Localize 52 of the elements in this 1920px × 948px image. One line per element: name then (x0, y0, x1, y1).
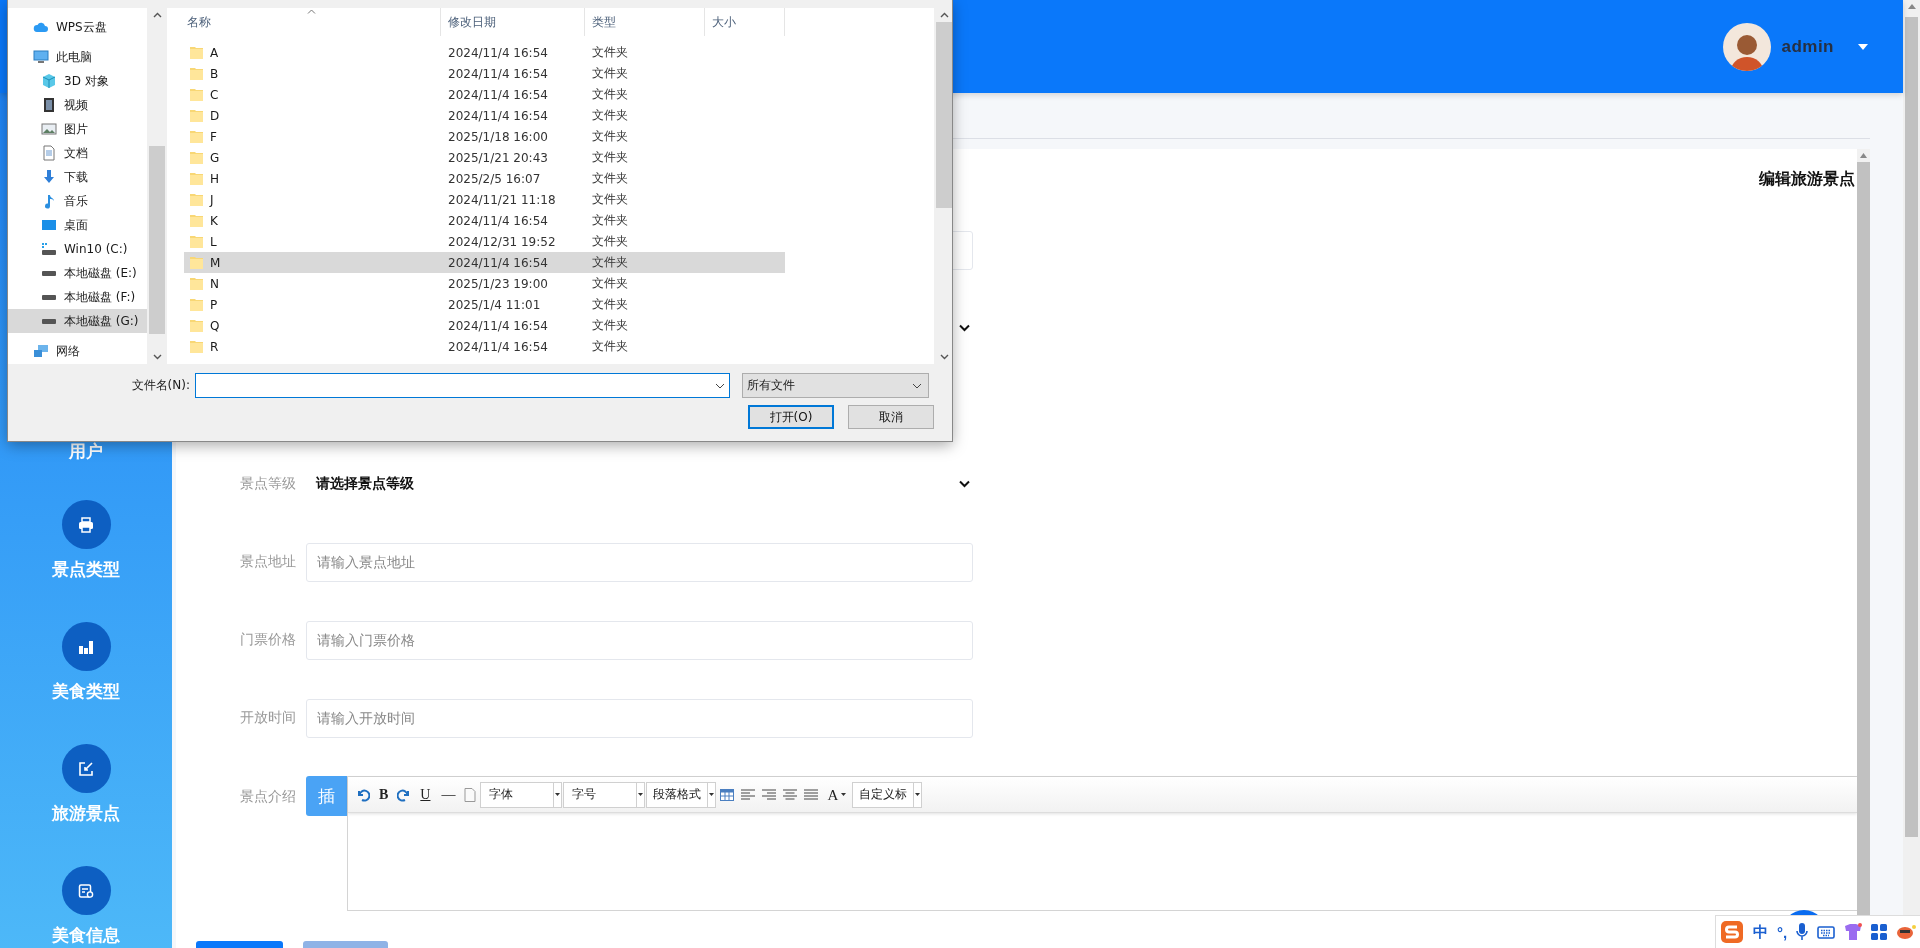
file-type: 文件夹 (591, 65, 628, 82)
file-name: N (210, 276, 219, 291)
modified-date: 2025/1/4 11:01 (447, 297, 542, 312)
file-name: B (210, 66, 219, 81)
file-type: 文件夹 (591, 170, 628, 187)
modified-date: 2024/11/4 16:54 (447, 213, 549, 228)
modified-date: 2024/11/4 16:54 (447, 318, 549, 333)
file-name: P (210, 297, 218, 312)
modified-date: 2024/11/21 11:18 (447, 192, 557, 207)
modified-date: 2025/1/23 19:00 (447, 276, 549, 291)
file-type: 文件夹 (591, 191, 628, 208)
file-name: C (210, 87, 219, 102)
file-name: F (210, 129, 217, 144)
file-type: 文件夹 (591, 338, 628, 355)
field-label: 景点介绍 (239, 787, 297, 806)
file-type: 文件夹 (591, 107, 628, 124)
file-name: H (210, 171, 220, 186)
modified-date: 2024/11/4 16:54 (447, 339, 549, 354)
file-name: J (210, 192, 214, 207)
file-name: A (210, 45, 219, 60)
file-type: 文件夹 (591, 44, 628, 61)
file-type: 文件夹 (591, 233, 628, 250)
file-type: 文件夹 (591, 212, 628, 229)
file-name: Q (210, 318, 220, 333)
modified-date: 2024/11/4 16:54 (447, 255, 549, 270)
file-name: R (210, 339, 219, 354)
file-type: 文件夹 (591, 275, 628, 292)
file-type: 文件夹 (591, 128, 628, 145)
field-label: 文件名(N): (130, 377, 191, 394)
file-name: G (210, 150, 220, 165)
file-type: 文件夹 (591, 296, 628, 313)
modified-date: 2025/2/5 16:07 (447, 171, 542, 186)
file-type: 文件夹 (591, 317, 628, 334)
field-label: 景点地址 (239, 553, 297, 571)
field-label: 开放时间 (239, 709, 297, 727)
file-type: 文件夹 (591, 86, 628, 103)
field-label: 门票价格 (239, 631, 297, 649)
modified-date: 2025/1/18 16:00 (447, 129, 549, 144)
page-title: 编辑旅游景点 (1759, 169, 1856, 189)
modified-date: 2024/11/4 16:54 (447, 87, 549, 102)
file-name: D (210, 108, 220, 123)
modified-date: 2025/1/21 20:43 (447, 150, 549, 165)
modified-date: 2024/12/31 19:52 (447, 234, 557, 249)
field-label: 景点等级 (239, 475, 297, 493)
file-type: 文件夹 (591, 254, 628, 271)
modified-date: 2024/11/4 16:54 (447, 45, 549, 60)
file-name: L (210, 234, 217, 249)
file-name: M (210, 255, 221, 270)
file-type: 文件夹 (591, 149, 628, 166)
modified-date: 2024/11/4 16:54 (447, 66, 549, 81)
file-name: K (210, 213, 218, 228)
modified-date: 2024/11/4 16:54 (447, 108, 549, 123)
